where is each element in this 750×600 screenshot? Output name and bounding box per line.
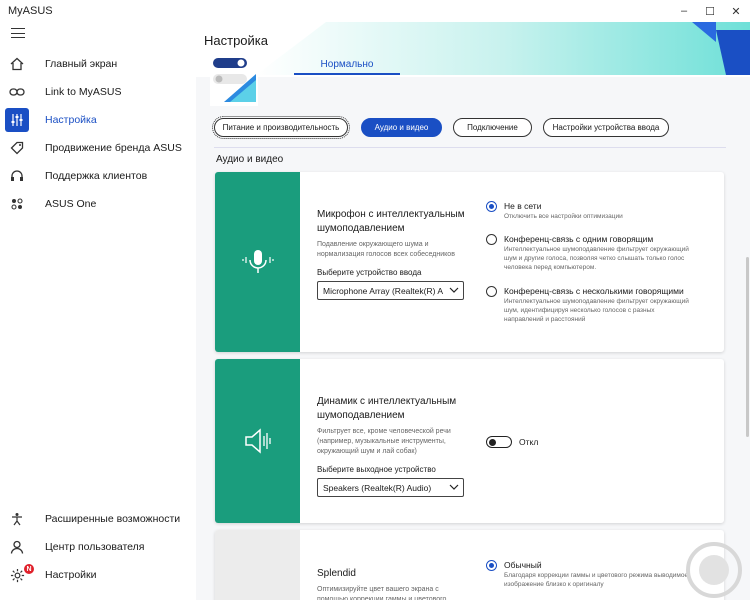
header-decoration <box>196 22 750 77</box>
sidebar-item-label: Поддержка клиентов <box>45 170 148 182</box>
tag-icon <box>5 136 29 160</box>
section-title: Аудио и видео <box>216 154 284 165</box>
pill-audio-video[interactable]: Аудио и видео <box>361 118 442 137</box>
sidebar-item-settings[interactable]: N Настройки <box>5 563 190 587</box>
gear-icon: N <box>5 563 34 587</box>
radio-button[interactable] <box>486 560 497 571</box>
option-description: Интеллектуальное шумоподавление фильтруе… <box>504 298 689 323</box>
sidebar-item-label: Link to MyASUS <box>45 86 122 98</box>
input-device-select[interactable]: Microphone Array (Realtek(R) A <box>317 281 464 300</box>
card-description: Оптимизируйте цвет вашего экрана с помощ… <box>317 586 447 600</box>
tab-indicator <box>294 73 400 75</box>
select-label: Выберите выходное устройство <box>317 465 436 474</box>
menu-icon[interactable] <box>11 28 25 38</box>
link-icon <box>5 80 29 104</box>
radio-button[interactable] <box>486 286 497 297</box>
pill-connectivity[interactable]: Подключение <box>453 118 532 137</box>
dots-icon <box>5 192 29 216</box>
option-description: Благодаря коррекции гаммы и цветового ре… <box>504 572 689 588</box>
sidebar-item-label: Продвижение бренда ASUS <box>45 142 182 154</box>
mic-noise-cancel-card: Микрофон с интеллектуальным шумоподавлен… <box>215 172 724 352</box>
speaker-noise-cancel-card: Динамик с интеллектуальным шумоподавлени… <box>215 359 724 523</box>
splendid-card: Splendid Оптимизируйте цвет вашего экран… <box>215 530 724 600</box>
pill-input-device-settings[interactable]: Настройки устройства ввода <box>543 118 669 137</box>
card-title: Динамик с интеллектуальным шумоподавлени… <box>317 396 457 421</box>
app-title: MyASUS <box>8 5 53 17</box>
select-value: Microphone Array (Realtek(R) A <box>323 285 443 296</box>
card-description: Подавление окружающего шума и нормализац… <box>317 241 455 258</box>
scroll-thumb[interactable] <box>746 257 749 437</box>
select-label: Выберите устройство ввода <box>317 268 422 277</box>
card-icon-panel <box>215 359 300 523</box>
card-body: Splendid Оптимизируйте цвет вашего экран… <box>317 567 467 600</box>
card-body: Микрофон с интеллектуальным шумоподавлен… <box>317 208 467 277</box>
headset-icon <box>5 164 29 188</box>
option-title: Обычный <box>504 560 542 570</box>
sidebar-item-label: Главный экран <box>45 58 118 70</box>
sidebar-item-customization[interactable]: Настройка <box>5 108 190 132</box>
option-title: Не в сети <box>504 201 542 211</box>
close-button[interactable]: ✕ <box>722 0 750 22</box>
minimize-button[interactable]: – <box>670 0 698 22</box>
page-title: Настройка <box>204 33 268 48</box>
sidebar-item-label: Настройка <box>45 114 97 126</box>
user-icon <box>5 535 29 559</box>
speaker-icon <box>244 428 271 454</box>
microphone-icon <box>241 250 274 273</box>
scrollbar[interactable] <box>744 82 750 592</box>
card-icon-panel <box>215 530 300 600</box>
sliders-icon <box>5 108 29 132</box>
mode-illustration <box>210 54 258 106</box>
option-description: Отключить все настройки оптимизации <box>504 213 623 220</box>
option-description: Интеллектуальное шумоподавление фильтруе… <box>504 246 689 271</box>
card-title: Микрофон с интеллектуальным шумоподавлен… <box>317 209 465 234</box>
home-icon <box>5 52 29 76</box>
output-device-select[interactable]: Speakers (Realtek(R) Audio) <box>317 478 464 497</box>
speaker-noise-toggle[interactable] <box>486 436 512 448</box>
card-description: Фильтрует все, кроме человеческой речи (… <box>317 428 451 455</box>
option-title: Конференц-связь с несколькими говорящими <box>504 286 684 296</box>
sidebar-item-label: Центр пользователя <box>45 541 145 553</box>
chevron-down-icon <box>449 285 459 297</box>
option-title: Конференц-связь с одним говорящим <box>504 234 654 244</box>
main-content: Настройка Нормально Питание и производит… <box>196 22 750 600</box>
select-value: Speakers (Realtek(R) Audio) <box>323 482 432 493</box>
sidebar-item-label: ASUS One <box>45 198 97 210</box>
sidebar-item-user-center[interactable]: Центр пользователя <box>5 535 190 559</box>
pill-power-performance[interactable]: Питание и производительность <box>212 116 350 139</box>
card-icon-panel <box>215 172 300 352</box>
card-body: Динамик с интеллектуальным шумоподавлени… <box>317 395 467 474</box>
sidebar-item-support[interactable]: Поддержка клиентов <box>5 164 190 188</box>
tab-normal[interactable]: Нормально <box>294 58 400 78</box>
radio-button[interactable] <box>486 234 497 245</box>
radio-button[interactable] <box>486 201 497 212</box>
sidebar: Главный экран Link to MyASUS Настройка П… <box>0 22 196 600</box>
accessibility-icon <box>5 507 29 531</box>
sidebar-item-home[interactable]: Главный экран <box>5 52 190 76</box>
sidebar-item-label: Настройки <box>45 569 97 581</box>
sidebar-item-label: Расширенные возможности <box>45 513 181 525</box>
sidebar-item-promotion[interactable]: Продвижение бренда ASUS <box>5 136 190 160</box>
divider <box>214 147 726 148</box>
card-title: Splendid <box>317 568 356 579</box>
maximize-button[interactable]: ☐ <box>696 0 724 22</box>
watermark-logo <box>686 542 742 598</box>
sidebar-item-accessibility[interactable]: Расширенные возможности <box>5 507 190 531</box>
title-bar: MyASUS – ☐ ✕ <box>0 0 750 22</box>
sidebar-item-link[interactable]: Link to MyASUS <box>5 80 190 104</box>
new-badge: N <box>24 564 34 574</box>
sidebar-item-asus-one[interactable]: ASUS One <box>5 192 190 216</box>
toggle-label: Откл <box>519 437 539 447</box>
chevron-down-icon <box>449 482 459 494</box>
